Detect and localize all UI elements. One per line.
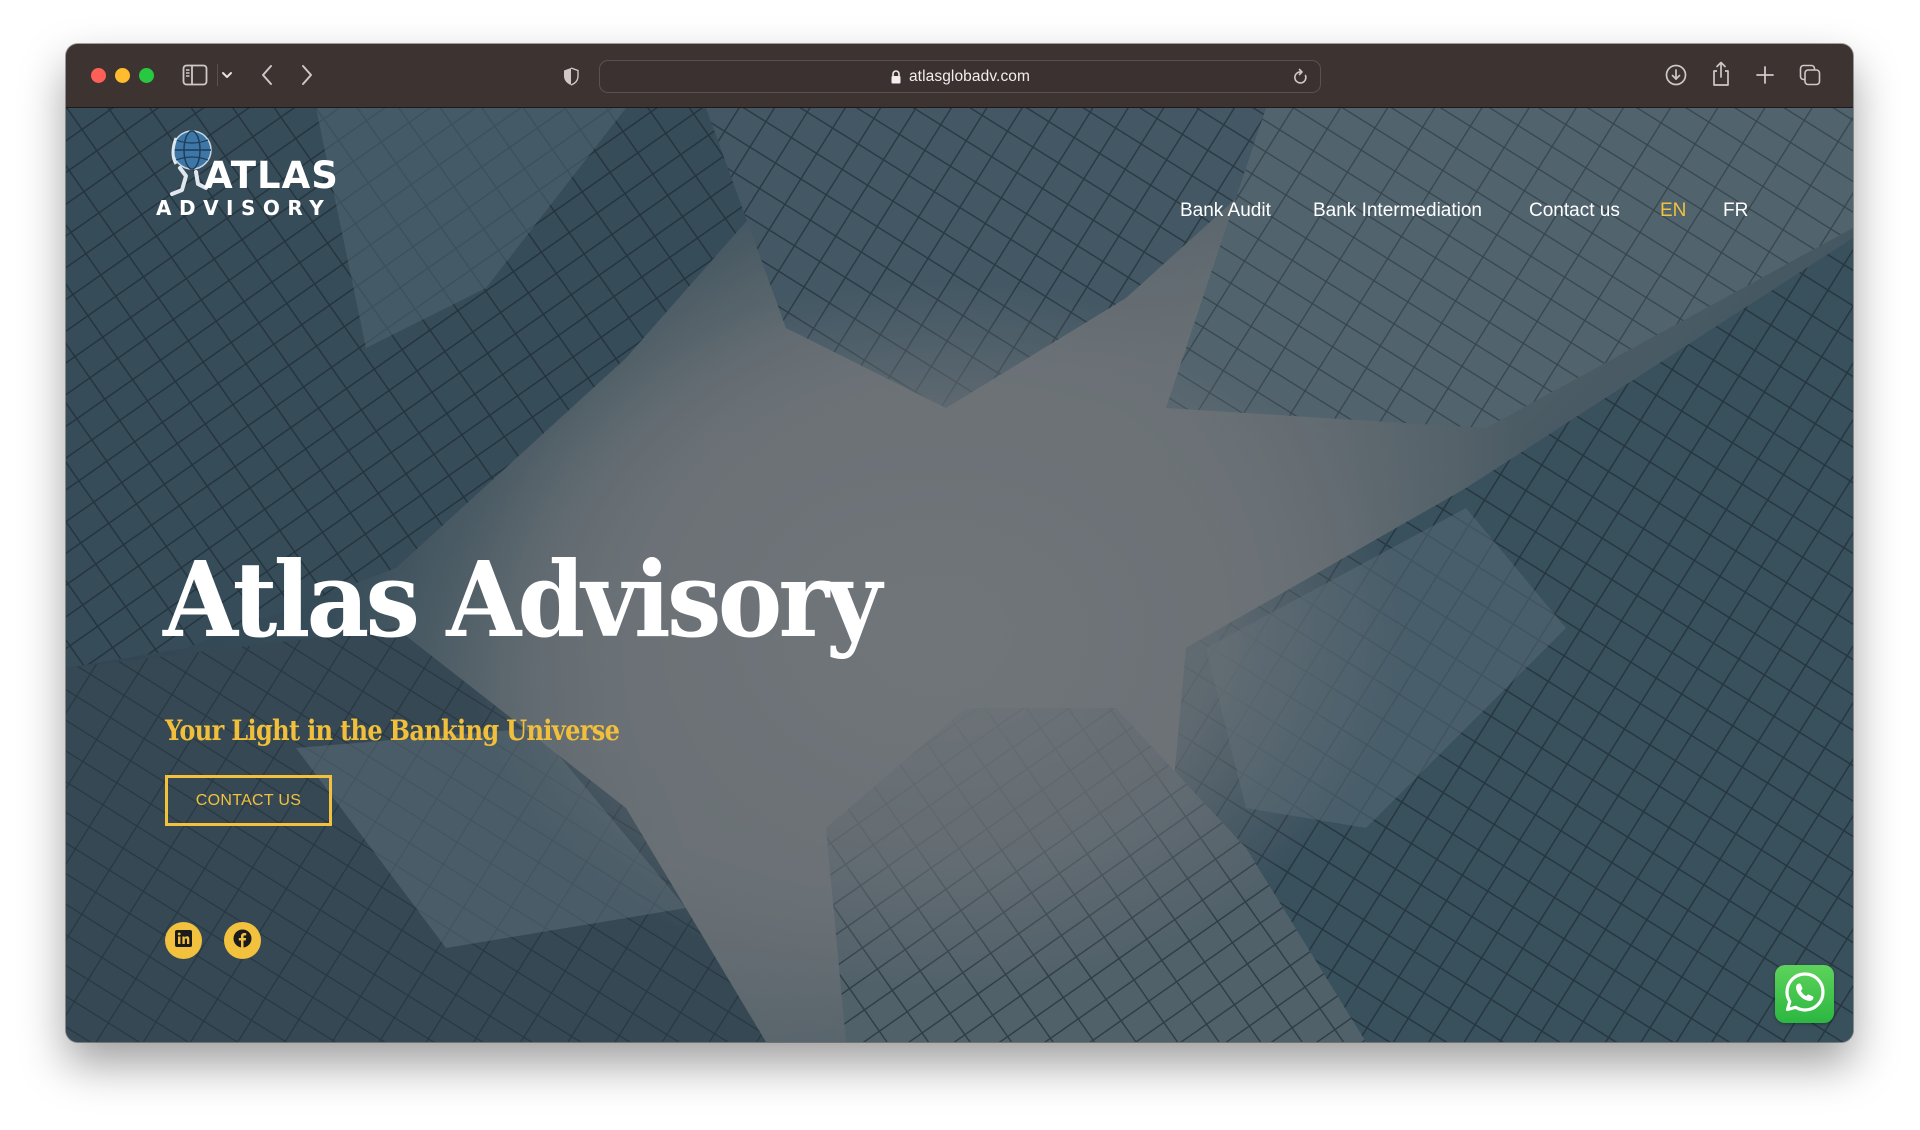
facebook-icon: [233, 929, 252, 953]
url-text: atlasglobadv.com: [908, 67, 1031, 85]
address-bar[interactable]: atlasglobadv.com: [599, 60, 1321, 93]
facebook-button[interactable]: [224, 922, 261, 959]
lock-icon: [890, 69, 902, 84]
plus-icon[interactable]: [1754, 64, 1776, 86]
language-en[interactable]: EN: [1660, 200, 1686, 222]
browser-window: atlasglobadv.com ATLAS ADVISORY Bank Aud…: [66, 44, 1853, 1042]
language-fr[interactable]: FR: [1723, 200, 1748, 222]
toolbar-divider: [217, 64, 218, 86]
share-icon[interactable]: [1710, 60, 1732, 88]
nav-bank-intermediation[interactable]: Bank Intermediation: [1313, 200, 1482, 222]
linkedin-icon: [175, 929, 192, 952]
shield-icon[interactable]: [561, 66, 581, 86]
hero-title: Atlas Advisory: [163, 538, 882, 661]
logo-text-atlas: ATLAS: [204, 154, 339, 197]
chevron-left-icon[interactable]: [256, 63, 278, 87]
whatsapp-icon: [1783, 970, 1827, 1019]
download-icon[interactable]: [1664, 63, 1688, 87]
linkedin-button[interactable]: [165, 922, 202, 959]
nav-contact-us[interactable]: Contact us: [1529, 200, 1620, 222]
hero-section: ATLAS ADVISORY Bank Audit Bank Intermedi…: [66, 108, 1853, 1042]
chevron-down-icon[interactable]: [220, 68, 234, 82]
contact-us-button[interactable]: CONTACT US: [165, 775, 332, 826]
reload-icon[interactable]: [1292, 68, 1310, 86]
minimize-window-button[interactable]: [115, 68, 130, 83]
close-window-button[interactable]: [91, 68, 106, 83]
tabs-overview-icon[interactable]: [1798, 63, 1822, 87]
browser-toolbar: atlasglobadv.com: [66, 44, 1853, 108]
sidebar-icon[interactable]: [182, 64, 208, 86]
main-nav: Bank Audit Bank Intermediation Contact u…: [66, 200, 1853, 230]
nav-bank-audit[interactable]: Bank Audit: [1180, 200, 1271, 222]
zoom-window-button[interactable]: [139, 68, 154, 83]
hero-subtitle: Your Light in the Banking Universe: [165, 714, 620, 747]
chevron-right-icon[interactable]: [296, 63, 318, 87]
whatsapp-button[interactable]: [1775, 965, 1834, 1023]
